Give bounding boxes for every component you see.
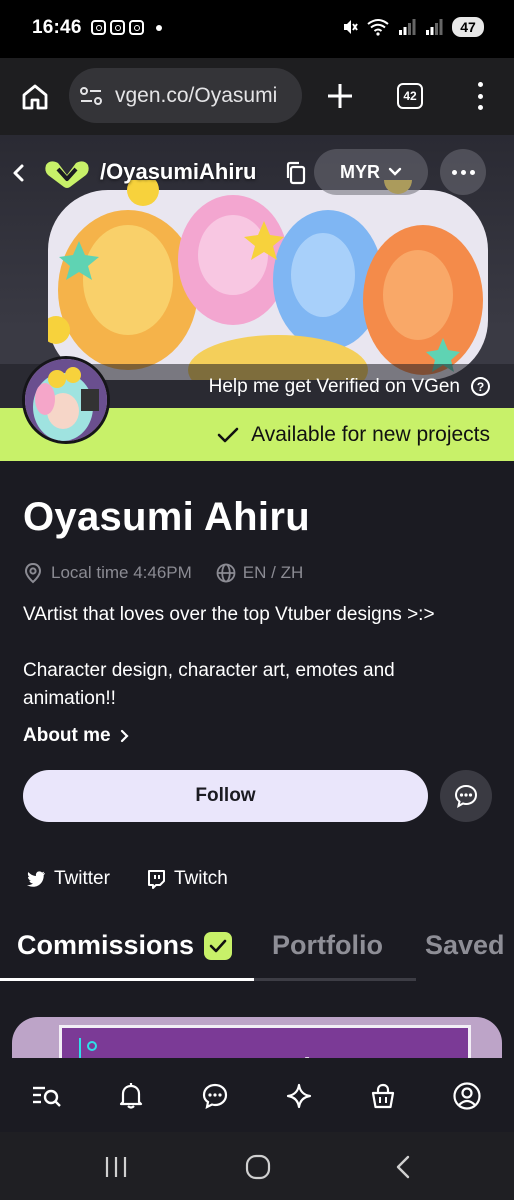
status-time: 16:46 — [32, 17, 82, 38]
social-label[interactable]: Twitch — [174, 868, 228, 890]
twitch-icon — [147, 870, 165, 889]
copy-icon[interactable] — [285, 161, 307, 185]
profile-handle: /OyasumiAhiru — [100, 159, 257, 184]
search-list-icon[interactable] — [31, 1080, 63, 1112]
bag-icon[interactable] — [367, 1080, 399, 1112]
instagram-icon — [110, 20, 125, 35]
bio-line: animation!! — [23, 688, 116, 709]
system-status: 47 — [342, 17, 484, 37]
home-circle-icon[interactable] — [245, 1154, 271, 1180]
help-icon[interactable]: ? — [471, 377, 490, 396]
bio-line: VArtist that loves over the top Vtuber d… — [23, 604, 435, 625]
vgen-logo-icon[interactable] — [42, 157, 92, 189]
sparkle-icon[interactable] — [283, 1080, 315, 1112]
site-settings-icon[interactable] — [79, 85, 103, 107]
url-text[interactable]: vgen.co/Oyasumi — [115, 84, 277, 108]
tab-portfolio[interactable]: Portfolio — [272, 930, 383, 961]
bio-line: Character design, character art, emotes … — [23, 660, 395, 681]
profile-name: Oyasumi Ahiru — [23, 495, 310, 539]
instagram-icon — [129, 20, 144, 35]
profile-bio: VArtist that loves over the top Vtuber d… — [23, 601, 493, 713]
currency-selector[interactable]: MYR — [314, 149, 428, 195]
bell-icon[interactable] — [115, 1080, 147, 1112]
commission-card-image: emotes — [59, 1025, 471, 1058]
message-button[interactable] — [440, 770, 492, 822]
mute-icon — [344, 20, 358, 34]
profile-section: Oyasumi Ahiru Local time 4:46PM EN / ZH … — [0, 461, 514, 982]
follow-button[interactable]: Follow — [23, 770, 428, 822]
profile-meta: Local time 4:46PM EN / ZH — [23, 562, 303, 584]
profile-icon[interactable] — [451, 1080, 483, 1112]
check-badge-icon — [204, 931, 233, 960]
recents-icon[interactable] — [103, 1154, 129, 1180]
more-vert-icon[interactable] — [473, 82, 487, 110]
tab-saved[interactable]: Saved — [425, 930, 505, 961]
system-nav-bar — [0, 1132, 514, 1200]
avatar-image — [25, 359, 107, 441]
currency-label: MYR — [340, 161, 380, 182]
languages: EN / ZH — [242, 563, 304, 582]
instagram-icon — [91, 20, 106, 35]
avatar[interactable] — [22, 356, 110, 464]
banner-artwork — [48, 180, 488, 380]
sparkle-decoration-icon — [79, 1038, 97, 1058]
browser-toolbar: vgen.co/Oyasumi 42 — [0, 58, 514, 135]
chat-icon[interactable] — [199, 1080, 231, 1112]
status-bar: 16:46 47 — [0, 0, 514, 58]
profile-topnav: /OyasumiAhiru MYR — [0, 135, 514, 210]
wifi-icon — [367, 19, 389, 36]
check-icon — [217, 427, 239, 443]
twitter-icon — [27, 871, 45, 887]
bottom-nav — [0, 1058, 514, 1132]
location-icon — [24, 562, 42, 584]
commission-card[interactable]: emotes — [12, 1017, 502, 1058]
commission-list: emotes — [0, 981, 514, 1058]
notification-icons — [91, 20, 162, 35]
about-me-label[interactable]: About me — [23, 725, 111, 747]
back-icon[interactable] — [391, 1154, 417, 1180]
social-twitch[interactable]: Twitch — [146, 868, 228, 890]
tab-commissions[interactable]: Commissions — [17, 930, 233, 961]
chevron-right-icon — [120, 729, 129, 743]
dot-icon — [156, 24, 162, 31]
availability-text: Available for new projects — [251, 423, 490, 446]
profile-tabs: Commissions Portfolio Saved — [0, 926, 514, 982]
verify-text[interactable]: Help me get Verified on VGen — [209, 376, 460, 398]
plus-icon[interactable] — [326, 82, 354, 110]
home-icon[interactable] — [20, 82, 50, 112]
local-time: Local time 4:46PM — [51, 563, 192, 582]
signal-icon — [399, 19, 416, 35]
signal-icon — [426, 19, 443, 35]
about-me-link[interactable]: About me — [23, 725, 129, 747]
chevron-down-icon — [388, 167, 402, 176]
social-twitter[interactable]: Twitter — [26, 868, 110, 890]
battery-level: 47 — [452, 17, 484, 37]
chat-icon — [454, 784, 478, 808]
back-chevron-icon[interactable] — [10, 163, 28, 183]
tab-label[interactable]: Commissions — [17, 930, 194, 961]
tabs-button[interactable]: 42 — [397, 83, 423, 109]
globe-icon — [216, 563, 236, 583]
social-links: Twitter Twitch — [26, 868, 228, 890]
social-label[interactable]: Twitter — [54, 868, 110, 890]
address-bar[interactable]: vgen.co/Oyasumi — [69, 68, 302, 123]
more-options-button[interactable] — [440, 149, 486, 195]
